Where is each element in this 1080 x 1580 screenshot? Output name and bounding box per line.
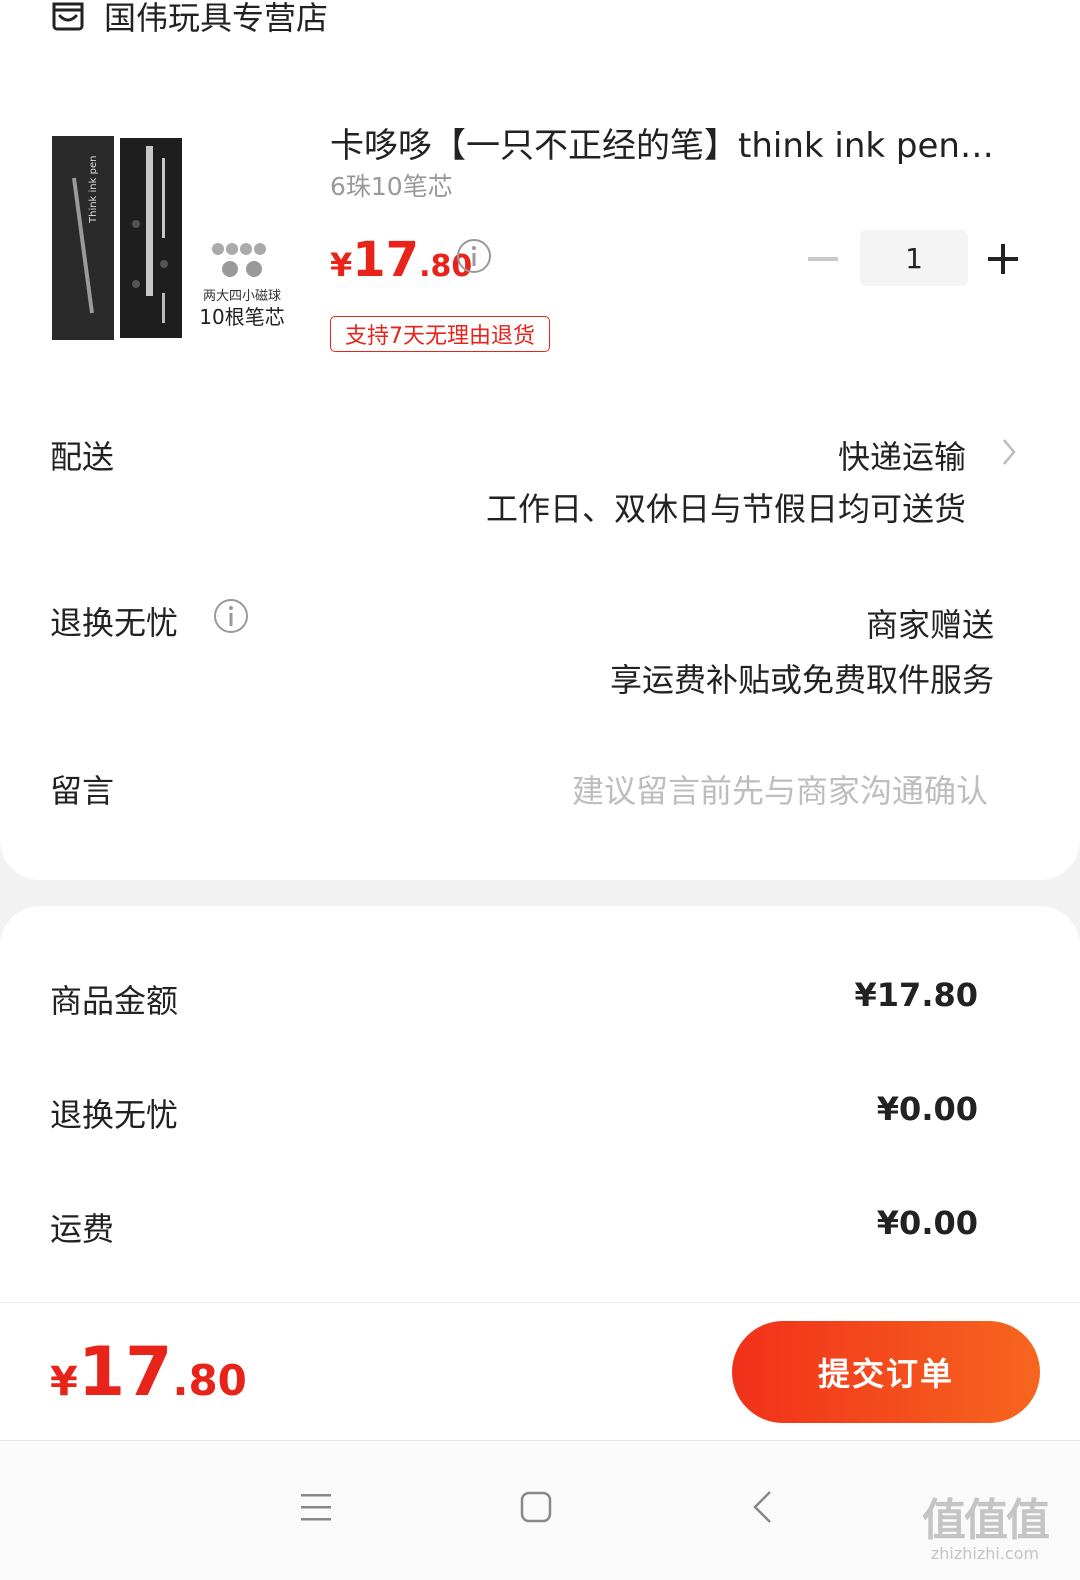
plus-icon xyxy=(988,244,1018,274)
delivery-method[interactable]: 快递运输 xyxy=(838,432,966,478)
store-name[interactable]: 国伟玩具专营店 xyxy=(104,0,328,39)
total-symbol: ¥ xyxy=(50,1359,78,1405)
home-button[interactable] xyxy=(516,1487,556,1527)
returns-label: 退换无忧 xyxy=(50,604,179,642)
quantity-input[interactable]: 1 xyxy=(860,230,968,286)
home-icon xyxy=(520,1491,552,1523)
watermark-url: zhizhizhi.com xyxy=(930,1544,1040,1563)
back-button[interactable] xyxy=(742,1487,782,1527)
returns-value: 商家赠送 xyxy=(865,606,994,644)
summary-value-shipping: ¥0.00 xyxy=(876,1204,978,1242)
store-icon xyxy=(52,2,84,31)
price-info-icon[interactable] xyxy=(456,238,492,274)
system-nav-bar xyxy=(0,1440,1080,1580)
summary-card: 商品金额 ¥17.80 退换无忧 ¥0.00 运费 ¥0.00 xyxy=(0,906,1080,1306)
delivery-label: 配送 xyxy=(50,438,115,476)
total-decimal: .80 xyxy=(172,1356,247,1405)
summary-label-goods: 商品金额 xyxy=(50,982,179,1020)
product-spec[interactable]: 6珠10笔芯 xyxy=(330,167,453,203)
returns-note: 享运费补贴或免费取件服务 xyxy=(609,661,994,699)
checkout-bar: ¥17.80 提交订单 xyxy=(0,1302,1080,1440)
store-header[interactable]: 国伟玩具专营店 xyxy=(50,0,328,40)
product-image[interactable]: Think ink pen 两大四小磁球 10根笔芯 xyxy=(52,128,292,350)
return-policy-tag: 支持7天无理由退货 xyxy=(330,316,550,352)
price-symbol: ¥ xyxy=(330,246,353,284)
order-card: 国伟玩具专营店 Think ink pen 两大四小磁球 10根笔芯 卡哆哆【一… xyxy=(0,0,1080,880)
chevron-right-icon[interactable] xyxy=(1000,436,1018,468)
summary-value-returns: ¥0.00 xyxy=(876,1090,978,1128)
summary-label-returns: 退换无忧 xyxy=(50,1096,179,1134)
product-title[interactable]: 卡哆哆【一只不正经的笔】think ink pen… xyxy=(330,118,1020,167)
menu-icon xyxy=(301,1494,331,1521)
caption-small: 两大四小磁球 xyxy=(203,289,281,304)
message-input[interactable]: 建议留言前先与商家沟通确认 xyxy=(572,766,988,812)
watermark: 值值值 zhizhizhi.com xyxy=(922,1484,1050,1563)
menu-button[interactable] xyxy=(296,1487,336,1527)
caption-large: 10根笔芯 xyxy=(199,305,284,329)
product-price: ¥17.80 xyxy=(330,232,472,288)
returns-info-icon[interactable] xyxy=(213,598,249,634)
minus-icon xyxy=(808,257,838,261)
total-price: ¥17.80 xyxy=(50,1333,247,1412)
total-integer: 17 xyxy=(77,1333,173,1412)
message-label: 留言 xyxy=(50,772,115,810)
price-integer: 17 xyxy=(352,232,420,288)
summary-label-shipping: 运费 xyxy=(50,1210,115,1248)
quantity-increase-button[interactable] xyxy=(984,240,1022,278)
submit-order-button[interactable]: 提交订单 xyxy=(732,1321,1040,1423)
summary-value-goods: ¥17.80 xyxy=(854,976,978,1014)
watermark-logo: 值值值 xyxy=(922,1495,1050,1546)
back-icon xyxy=(753,1491,771,1523)
box-label: Think ink pen xyxy=(88,156,99,224)
delivery-note: 工作日、双休日与节假日均可送货 xyxy=(485,490,966,528)
quantity-decrease-button[interactable] xyxy=(806,244,840,274)
